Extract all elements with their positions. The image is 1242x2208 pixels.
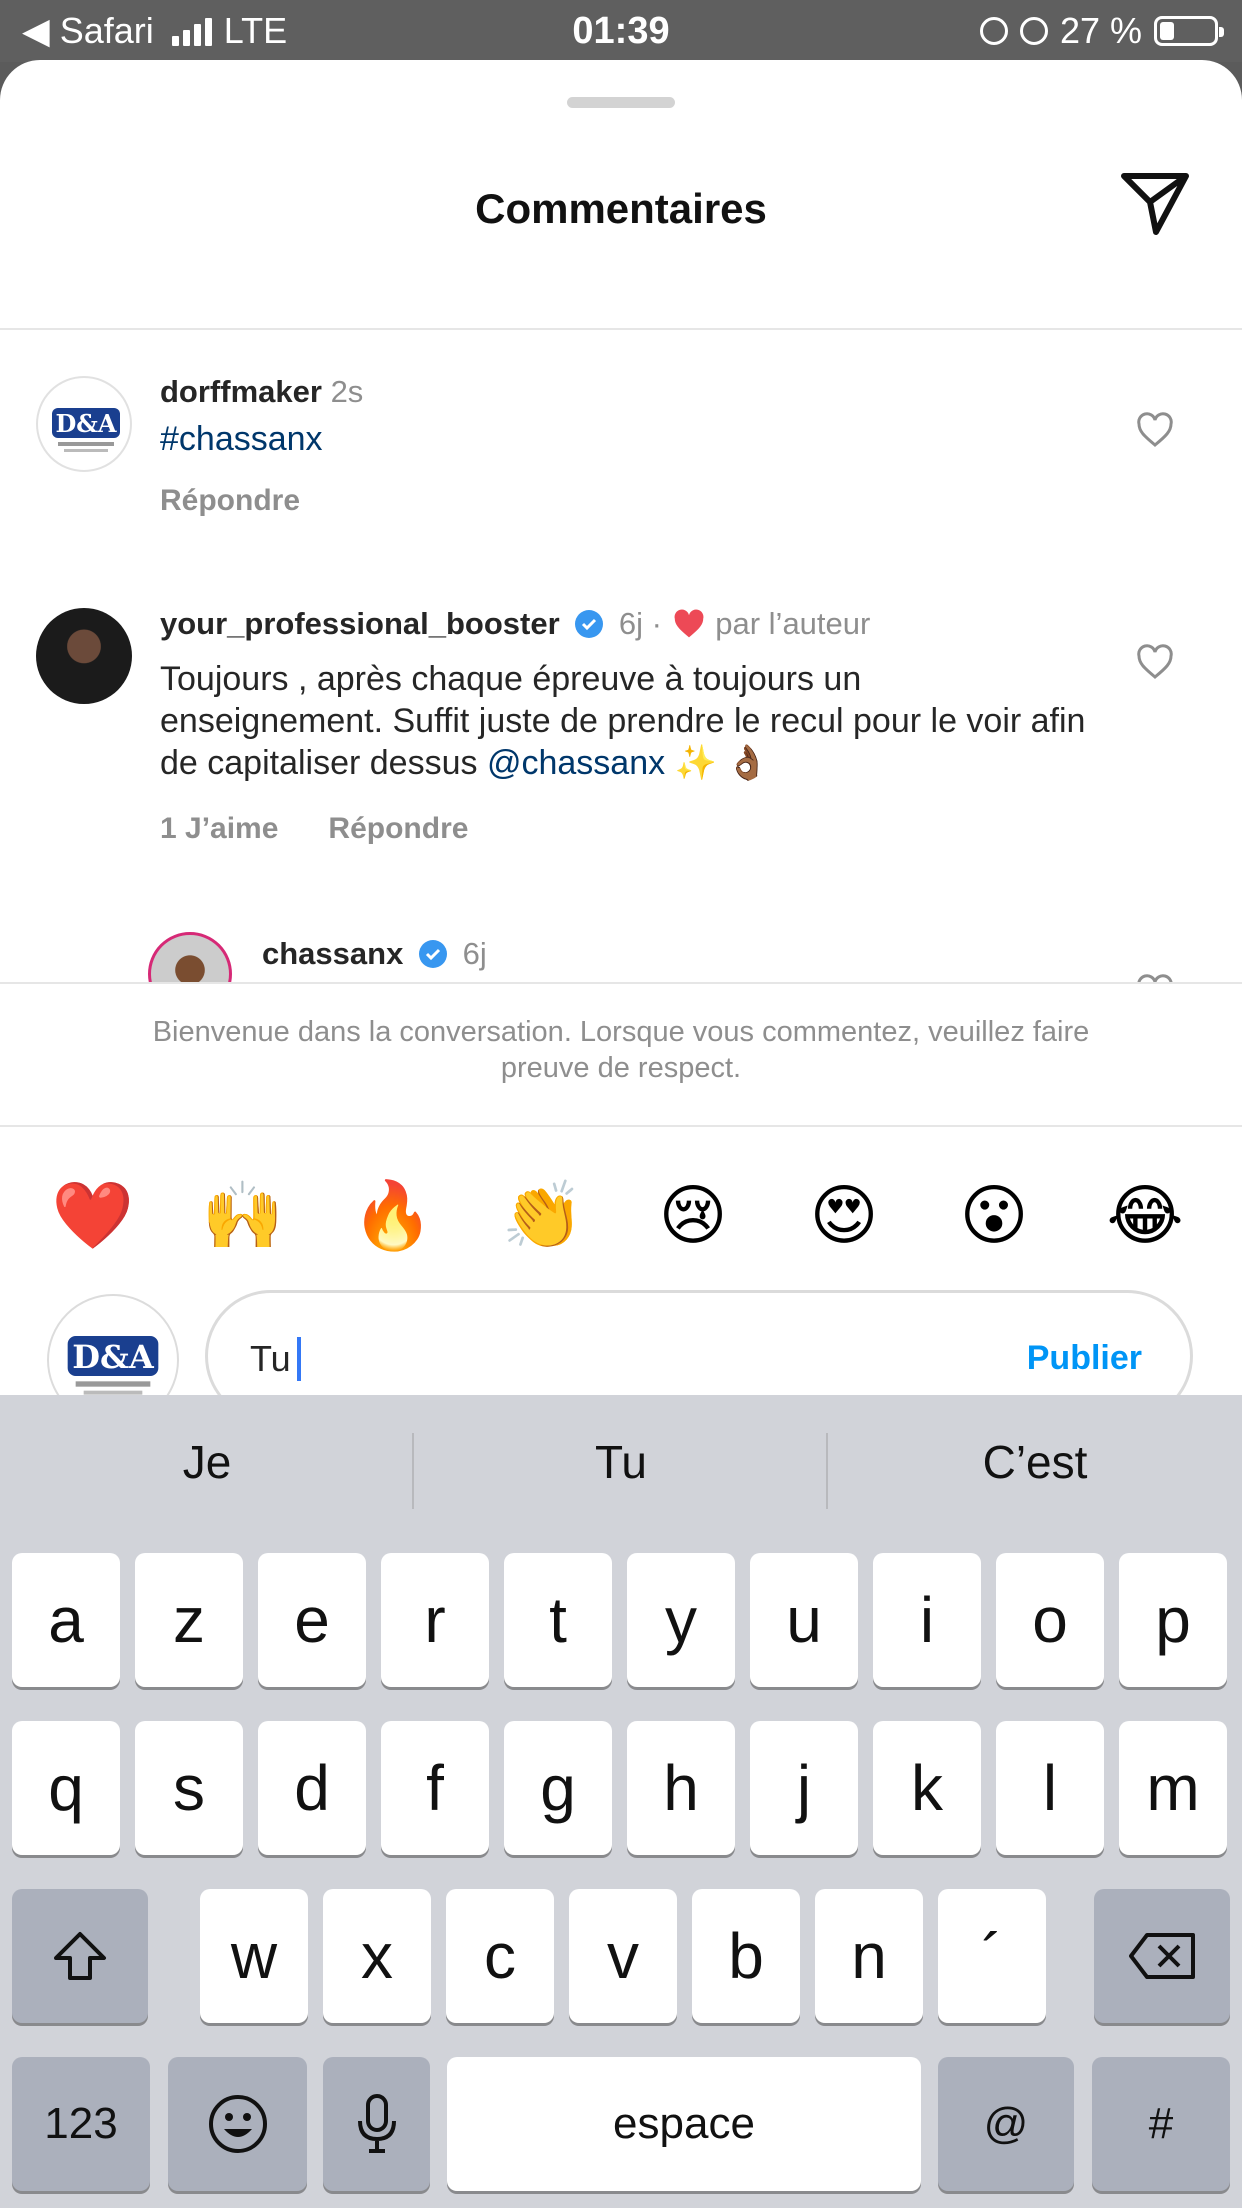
key[interactable]: u (750, 1553, 858, 1687)
comment-time: 2s (330, 374, 364, 409)
suggestion-item[interactable]: Je (0, 1435, 414, 1489)
key[interactable]: r (381, 1553, 489, 1687)
reply-button[interactable]: Répondre (328, 812, 468, 846)
comment-username[interactable]: chassanx (262, 936, 403, 971)
space-key[interactable]: espace (447, 2057, 921, 2191)
comments-list: D&A dorffmaker 2s #chassanx Répondre you… (0, 332, 1242, 982)
svg-text:D&A: D&A (55, 409, 116, 438)
key[interactable]: e (258, 1553, 366, 1687)
orientation-lock-icon (979, 17, 1008, 45)
avatar[interactable]: D&A (36, 376, 132, 472)
battery-icon (1154, 16, 1224, 46)
heart-outline-icon[interactable] (1136, 412, 1174, 448)
key[interactable]: a (12, 1553, 120, 1687)
key[interactable]: o (996, 1553, 1104, 1687)
key[interactable]: i (873, 1553, 981, 1687)
text-caret (296, 1337, 301, 1381)
keyboard-suggestions: Je Tu C’est (0, 1395, 1242, 1545)
shift-key[interactable] (12, 1889, 148, 2023)
key[interactable]: w (200, 1889, 308, 2023)
key[interactable]: v (569, 1889, 677, 2023)
avatar[interactable] (36, 608, 132, 704)
mention-link[interactable]: @chassanx (487, 744, 665, 782)
battery-level (1160, 22, 1174, 40)
comment-text: Toujours , après chaque épreuve à toujou… (160, 660, 1086, 782)
comment-item: your_professional_booster 6j · par l’aut… (0, 562, 1242, 862)
alarm-icon (1019, 17, 1048, 45)
numbers-key[interactable]: 123 (12, 2057, 150, 2191)
liked-by-author: par l’auteur (715, 606, 871, 641)
author-heart-icon (674, 609, 704, 638)
key[interactable]: c (446, 1889, 554, 2023)
publish-button[interactable]: Publier (1027, 1339, 1142, 1378)
key[interactable]: m (1119, 1721, 1227, 1855)
avatar[interactable] (148, 932, 232, 982)
key[interactable]: s (135, 1721, 243, 1855)
comment-input-value: Tu (250, 1338, 291, 1379)
reply-button[interactable]: Répondre (160, 484, 300, 518)
key[interactable]: b (692, 1889, 800, 2023)
key[interactable]: f (381, 1721, 489, 1855)
at-key[interactable]: @ (938, 2057, 1074, 2191)
da-logo-icon: D&A (52, 408, 120, 452)
hash-key[interactable]: # (1092, 2057, 1230, 2191)
svg-text:D&A: D&A (72, 1338, 155, 1376)
backspace-key[interactable] (1094, 1889, 1230, 2023)
key[interactable]: k (873, 1721, 981, 1855)
key[interactable]: y (627, 1553, 735, 1687)
verified-badge-icon (418, 940, 447, 968)
battery-percent: 27 % (1059, 10, 1142, 51)
keyboard: Je Tu C’est azertyuiop qsdfghjklm wxcvbn… (0, 1395, 1242, 2208)
key[interactable]: q (12, 1721, 120, 1855)
send-icon[interactable] (1120, 170, 1190, 236)
key[interactable]: d (258, 1721, 366, 1855)
microphone-icon (357, 2094, 396, 2153)
page-title: Commentaires (475, 185, 767, 232)
emoji-key[interactable] (168, 2057, 307, 2191)
comment-username[interactable]: dorffmaker (160, 374, 322, 409)
dictation-key[interactable] (323, 2057, 430, 2191)
comment-time: 6j (618, 606, 644, 641)
emoji-icon (208, 2095, 267, 2153)
backspace-icon (1129, 1933, 1195, 1979)
welcome-notice: Bienvenue dans la conversation. Lorsque … (0, 982, 1242, 1127)
key[interactable]: n (815, 1889, 923, 2023)
key[interactable]: z (135, 1553, 243, 1687)
suggestion-item[interactable]: Tu (414, 1435, 828, 1489)
heart-outline-icon[interactable] (1136, 974, 1174, 982)
comment-hashtag[interactable]: #chassanx (160, 418, 323, 460)
suggestion-item[interactable]: C’est (828, 1435, 1242, 1489)
key[interactable]: x (323, 1889, 431, 2023)
status-bar: ◀ Safari LTE 01:39 27 % (0, 0, 1242, 62)
key[interactable]: l (996, 1721, 1104, 1855)
key[interactable]: j (750, 1721, 858, 1855)
comment-username[interactable]: your_professional_booster (160, 606, 560, 641)
comment-item: chassanx 6j (0, 932, 1242, 982)
key[interactable]: ´ (938, 1889, 1046, 2023)
shift-icon (54, 1932, 106, 1980)
sheet-grabber[interactable] (567, 97, 675, 108)
key[interactable]: h (627, 1721, 735, 1855)
likes-count[interactable]: 1 J’aime (160, 812, 278, 846)
verified-badge-icon (575, 610, 604, 638)
heart-outline-icon[interactable] (1136, 644, 1174, 680)
comment-item: D&A dorffmaker 2s #chassanx Répondre (0, 332, 1242, 542)
key[interactable]: p (1119, 1553, 1227, 1687)
key[interactable]: g (504, 1721, 612, 1855)
key[interactable]: t (504, 1553, 612, 1687)
comment-time: 6j (462, 936, 487, 971)
